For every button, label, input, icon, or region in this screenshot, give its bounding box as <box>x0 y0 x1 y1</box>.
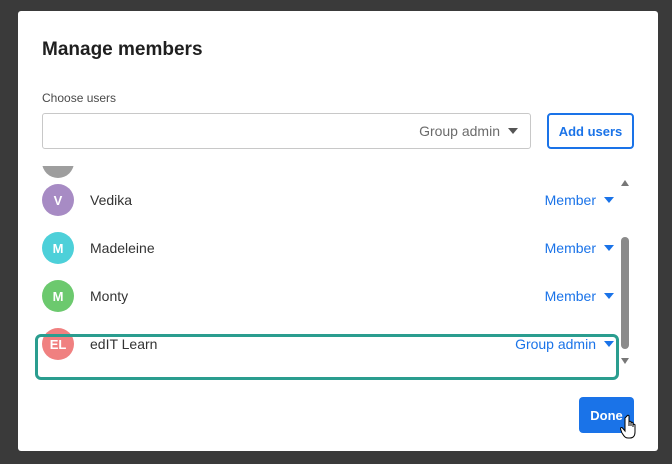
caret-down-icon <box>604 293 614 299</box>
manage-members-dialog: Manage members Choose users Group admin … <box>18 11 658 451</box>
new-user-role-label: Group admin <box>419 123 500 139</box>
caret-down-icon <box>604 245 614 251</box>
member-role-label: Member <box>544 192 596 208</box>
scroll-up-icon[interactable] <box>621 180 629 186</box>
scrollbar-thumb[interactable] <box>621 237 629 349</box>
avatar: M <box>42 280 74 312</box>
member-row-madeleine: M Madeleine Member <box>42 226 614 270</box>
dialog-title: Manage members <box>42 39 203 60</box>
member-role-label: Group admin <box>515 336 596 352</box>
scroll-down-icon[interactable] <box>621 358 629 364</box>
member-role-select[interactable]: Member <box>545 238 614 258</box>
member-role-select[interactable]: Member <box>545 286 614 306</box>
choose-users-label: Choose users <box>42 91 117 105</box>
avatar: V <box>42 184 74 216</box>
member-role-label: Member <box>544 240 596 256</box>
choose-users-field: Group admin <box>42 113 531 149</box>
member-name: Madeleine <box>90 240 155 256</box>
avatar: M <box>42 232 74 264</box>
choose-users-input[interactable] <box>43 114 403 148</box>
avatar <box>42 166 74 178</box>
member-name: Monty <box>90 288 129 304</box>
new-user-role-select[interactable]: Group admin <box>419 114 518 148</box>
add-users-button[interactable]: Add users <box>547 113 634 149</box>
member-row-monty: M Monty Member <box>42 274 614 318</box>
caret-down-icon <box>604 341 614 347</box>
member-name: edIT Learn <box>90 336 158 352</box>
caret-down-icon <box>604 197 614 203</box>
members-list: V Vedika Member M Madeleine Member M Mon… <box>18 166 658 384</box>
member-row-vedika: V Vedika Member <box>42 178 614 222</box>
member-role-label: Member <box>544 288 596 304</box>
hand-pointer-icon <box>620 414 636 439</box>
member-row-edit-learn: EL edIT Learn Group admin <box>42 322 614 366</box>
member-role-select[interactable]: Member <box>545 190 614 210</box>
member-role-select[interactable]: Group admin <box>515 334 614 354</box>
member-name: Vedika <box>90 192 133 208</box>
caret-down-icon <box>508 128 518 134</box>
members-scrollbar[interactable] <box>618 177 632 367</box>
avatar: EL <box>42 328 74 360</box>
